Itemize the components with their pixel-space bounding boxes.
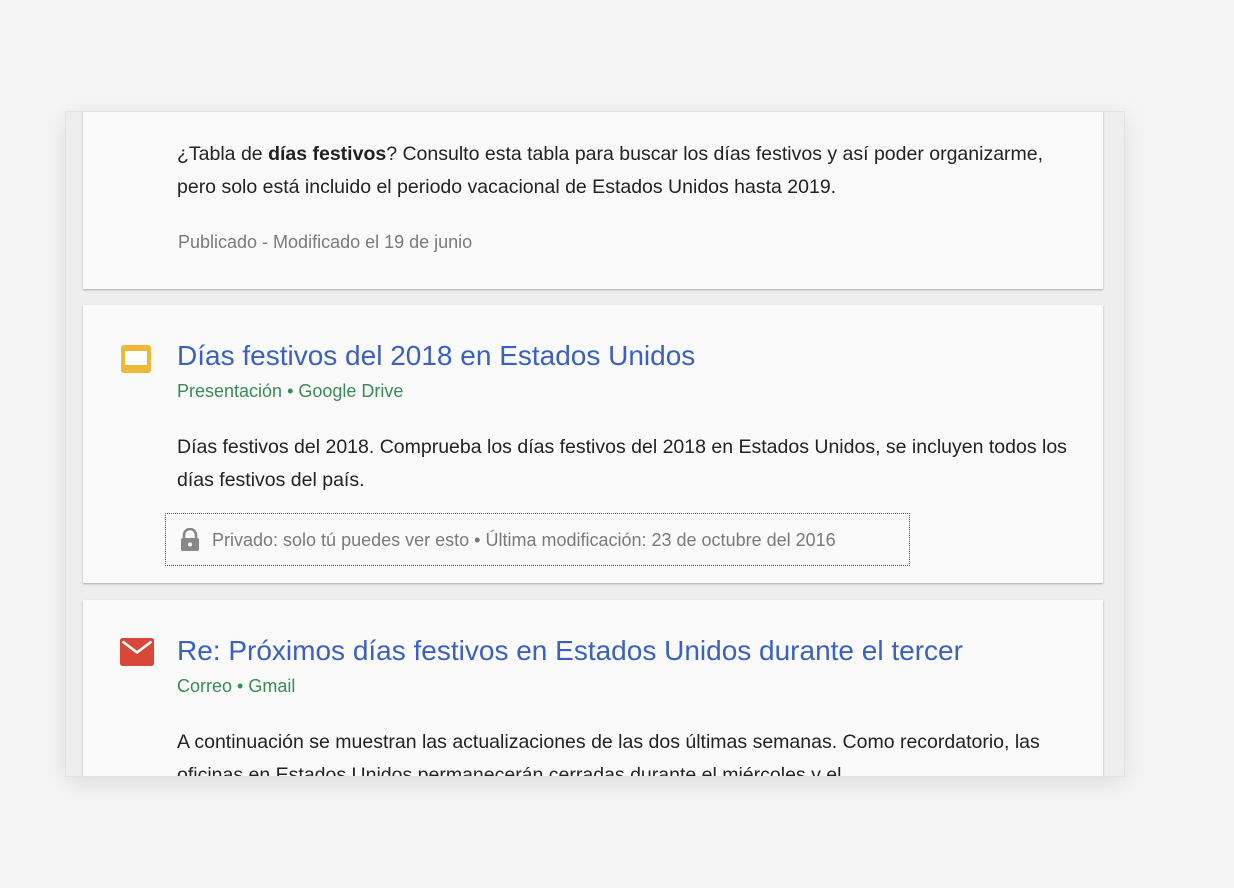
results-viewport[interactable]: ¿Tabla de días festivos? Consulto esta t… [65, 111, 1125, 777]
result-source: Presentación • Google Drive [177, 381, 404, 401]
search-result-card: ¿Tabla de días festivos? Consulto esta t… [83, 112, 1103, 289]
result-title-link[interactable]: Días festivos del 2018 en Estados Unidos [177, 338, 695, 374]
snippet-highlight: días festivos [268, 143, 387, 165]
result-source: Correo • Gmail [177, 676, 296, 696]
slides-icon [121, 345, 151, 373]
result-snippet: Días festivos del 2018. Comprueba los dí… [177, 436, 1067, 491]
privacy-status-text: Privado: solo tú puedes ver esto • Últim… [212, 530, 836, 550]
privacy-info-highlight: Privado: solo tú puedes ver esto • Últim… [165, 513, 910, 566]
result-title-link[interactable]: Re: Próximos días festivos en Estados Un… [177, 633, 963, 669]
mail-icon [120, 638, 154, 666]
search-result-card[interactable]: Días festivos del 2018 en Estados Unidos… [83, 305, 1103, 583]
search-result-card[interactable]: Re: Próximos días festivos en Estados Un… [83, 600, 1103, 777]
snippet-text: ¿Tabla de [177, 143, 269, 165]
result-snippet: ¿Tabla de días festivos? Consulto esta t… [177, 138, 1077, 204]
result-snippet: A continuación se muestran las actualiza… [177, 731, 1040, 777]
result-status: Publicado - Modificado el 19 de junio [178, 232, 473, 252]
lock-icon [181, 528, 199, 551]
